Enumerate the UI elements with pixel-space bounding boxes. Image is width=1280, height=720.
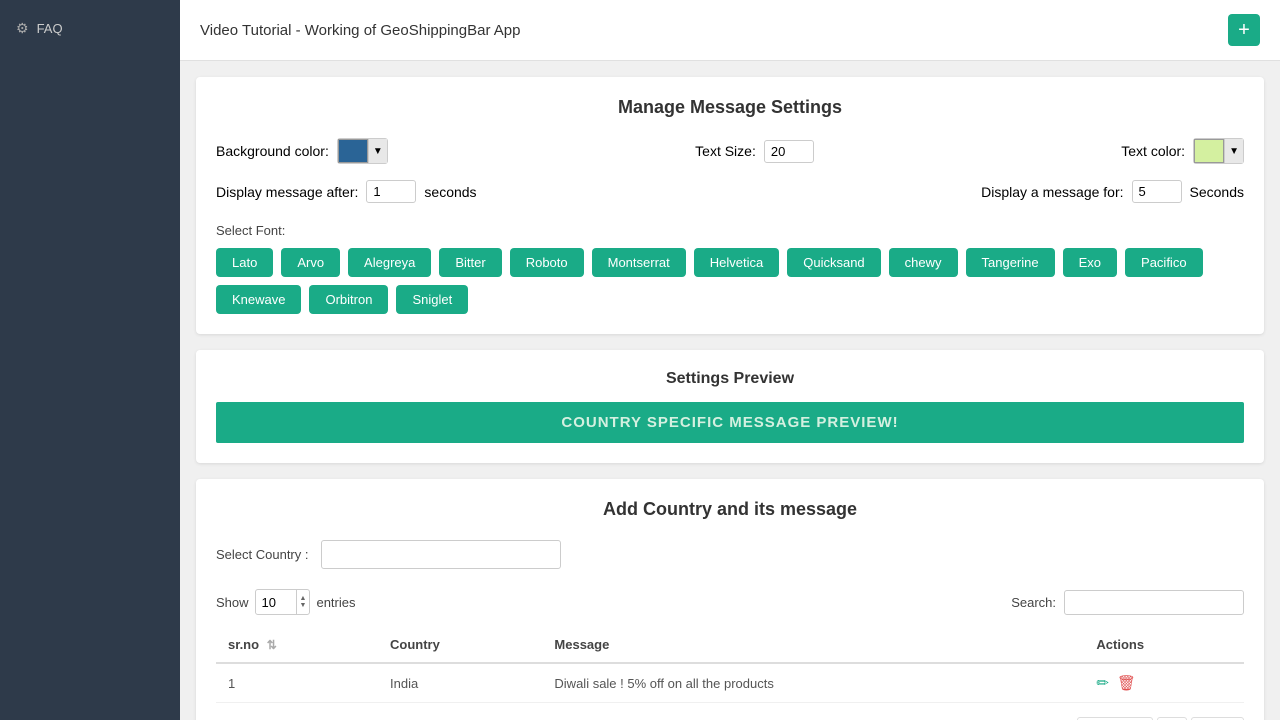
font-btn-helvetica[interactable]: Helvetica [694, 248, 779, 277]
bg-color-swatch [338, 139, 368, 163]
font-btn-bitter[interactable]: Bitter [439, 248, 501, 277]
font-btn-montserrat[interactable]: Montserrat [592, 248, 686, 277]
header-bar: Video Tutorial - Working of GeoShippingB… [180, 0, 1280, 61]
font-btn-tangerine[interactable]: Tangerine [966, 248, 1055, 277]
font-label: Select Font: [216, 223, 1244, 238]
select-country-label: Select Country : [216, 547, 309, 562]
table-row: 1 India Diwali sale ! 5% off on all the … [216, 663, 1244, 703]
settings-middle-row: Display message after: seconds Display a… [216, 180, 1244, 203]
font-btn-chewy[interactable]: chewy [889, 248, 958, 277]
entries-label: entries [316, 595, 355, 610]
display-after-label: Display message after: [216, 184, 358, 200]
text-size-group: Text Size: [695, 140, 814, 163]
add-country-card: Add Country and its message Select Count… [196, 479, 1264, 720]
sidebar-item-faq[interactable]: ⚙ FAQ [0, 10, 180, 47]
bg-color-arrow[interactable]: ▼ [368, 139, 387, 163]
entries-arrows[interactable]: ▲ ▼ [296, 590, 310, 614]
text-color-dropdown[interactable]: ▼ [1193, 138, 1244, 164]
table-header-row: sr.no ⇅ Country Message Actions [216, 627, 1244, 663]
font-btn-alegreya[interactable]: Alegreya [348, 248, 431, 277]
bg-color-label: Background color: [216, 143, 329, 159]
preview-title: Settings Preview [216, 370, 1244, 388]
display-after-unit: seconds [424, 184, 476, 200]
col-actions: Actions [1084, 627, 1244, 663]
page-title: Video Tutorial - Working of GeoShippingB… [200, 22, 520, 39]
select-country-row: Select Country : [216, 540, 1244, 569]
cell-country: India [378, 663, 542, 703]
message-settings-card: Manage Message Settings Background color… [196, 77, 1264, 334]
font-btn-sniglet[interactable]: Sniglet [396, 285, 468, 314]
font-btn-knewave[interactable]: Knewave [216, 285, 301, 314]
show-label: Show [216, 595, 249, 610]
text-color-group: Text color: ▼ [1121, 138, 1244, 164]
preview-bar-text: COUNTRY SPECIFIC MESSAGE PREVIEW! [561, 414, 898, 431]
font-btn-exo[interactable]: Exo [1063, 248, 1117, 277]
cell-actions: ✏ 🗑 [1084, 663, 1244, 703]
cell-message: Diwali sale ! 5% off on all the products [542, 663, 1084, 703]
display-for-unit: Seconds [1190, 184, 1244, 200]
display-for-label: Display a message for: [981, 184, 1123, 200]
font-btn-arvo[interactable]: Arvo [281, 248, 340, 277]
col-sr-no: sr.no ⇅ [216, 627, 378, 663]
text-size-input[interactable] [764, 140, 814, 163]
show-entries-group: Show ▲ ▼ entries [216, 589, 356, 615]
col-country: Country [378, 627, 542, 663]
add-country-title: Add Country and its message [216, 499, 1244, 520]
gear-icon: ⚙ [16, 20, 29, 37]
main-content: Video Tutorial - Working of GeoShippingB… [180, 0, 1280, 720]
sidebar: ⚙ FAQ [0, 0, 180, 720]
search-input[interactable] [1064, 590, 1244, 615]
font-btn-pacifico[interactable]: Pacifico [1125, 248, 1203, 277]
text-color-arrow[interactable]: ▼ [1224, 139, 1243, 163]
font-buttons: Lato Arvo Alegreya Bitter Roboto Montserrat He… [216, 248, 1244, 314]
search-label: Search: [1011, 595, 1056, 610]
text-color-swatch [1194, 139, 1224, 163]
preview-bar: COUNTRY SPECIFIC MESSAGE PREVIEW! [216, 402, 1244, 443]
search-row: Search: [1011, 590, 1244, 615]
display-for-group: Display a message for: Seconds [981, 180, 1244, 203]
cell-sr-no: 1 [216, 663, 378, 703]
table-controls: Show ▲ ▼ entries Search: [216, 589, 1244, 615]
font-btn-roboto[interactable]: Roboto [510, 248, 584, 277]
entries-input[interactable] [256, 592, 296, 613]
sidebar-faq-label: FAQ [37, 21, 63, 36]
display-after-group: Display message after: seconds [216, 180, 477, 203]
sort-icon-srno[interactable]: ⇅ [267, 638, 277, 652]
data-table: sr.no ⇅ Country Message Actions 1 Ind [216, 627, 1244, 703]
text-size-label: Text Size: [695, 143, 756, 159]
text-color-label: Text color: [1121, 143, 1185, 159]
font-section: Select Font: Lato Arvo Alegreya Bitter Robot… [216, 223, 1244, 314]
font-btn-quicksand[interactable]: Quicksand [787, 248, 880, 277]
message-settings-title: Manage Message Settings [216, 97, 1244, 118]
edit-icon[interactable]: ✏ [1096, 674, 1109, 692]
font-btn-orbitron[interactable]: Orbitron [309, 285, 388, 314]
entries-select[interactable]: ▲ ▼ [255, 589, 311, 615]
country-select-input[interactable] [321, 540, 561, 569]
settings-top-row: Background color: ▼ Text Size: Text colo… [216, 138, 1244, 164]
bg-color-dropdown[interactable]: ▼ [337, 138, 388, 164]
font-btn-lato[interactable]: Lato [216, 248, 273, 277]
arrow-up[interactable]: ▲ [297, 595, 310, 602]
bg-color-group: Background color: ▼ [216, 138, 388, 164]
display-for-input[interactable] [1132, 180, 1182, 203]
add-button[interactable]: + [1228, 14, 1260, 46]
col-message: Message [542, 627, 1084, 663]
arrow-down[interactable]: ▼ [297, 602, 310, 609]
settings-preview-card: Settings Preview COUNTRY SPECIFIC MESSAG… [196, 350, 1264, 463]
delete-icon[interactable]: 🗑 [1117, 674, 1136, 692]
display-after-input[interactable] [366, 180, 416, 203]
